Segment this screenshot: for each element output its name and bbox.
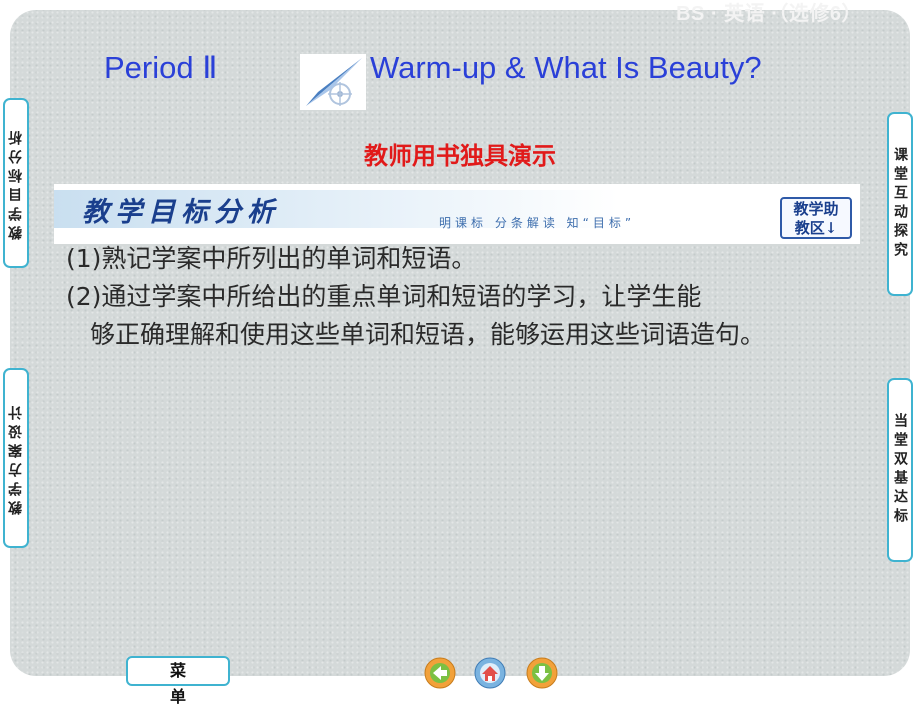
- tab-label: 教学方案设计: [8, 401, 24, 515]
- period-title: Period Ⅱ: [104, 50, 218, 85]
- assist-line-1: 教学助: [793, 200, 839, 218]
- objective-2-first: (2)通过学案中所给出的重点单词和短语的学习，让学生能: [66, 282, 702, 311]
- tab-label: 当堂双基达标: [892, 413, 908, 527]
- lesson-title: Warm-up & What Is Beauty?: [370, 50, 762, 85]
- tab-label: 教学目标分析: [8, 126, 24, 240]
- tab-objective-analysis[interactable]: 教学目标分析: [3, 98, 29, 268]
- menu-button[interactable]: 菜单: [126, 656, 230, 706]
- tab-plan-design[interactable]: 教学方案设计: [3, 368, 29, 548]
- home-icon[interactable]: [474, 657, 506, 689]
- assist-line-2: 教区↓: [794, 219, 838, 237]
- down-arrow-icon[interactable]: [526, 657, 558, 689]
- tab-label: 课堂互动探究: [892, 147, 908, 261]
- left-arrow-icon[interactable]: [424, 657, 456, 689]
- objective-2: (2)通过学案中所给出的重点单词和短语的学习，让学生能 够正确理解和使用这些单词…: [66, 278, 866, 354]
- tab-basic-check[interactable]: 当堂双基达标: [887, 378, 913, 562]
- teacher-demo-subtitle: 教师用书独具演示: [364, 141, 556, 170]
- objective-2-rest: 够正确理解和使用这些单词和短语，能够运用这些词语造句。: [90, 320, 766, 349]
- banner-subtitle: 明课标 分条解读 知“目标”: [439, 216, 636, 230]
- banner-title: 教学目标分析: [82, 197, 280, 228]
- compass-plane-logo-icon: [300, 54, 366, 110]
- section-banner: 教学目标分析 明课标 分条解读 知“目标” 教学助 教区↓: [54, 184, 860, 244]
- objectives-content: (1)熟记学案中所列出的单词和短语。 (2)通过学案中所给出的重点单词和短语的学…: [66, 240, 866, 354]
- course-tag: BS · 英语 ·（选修6）: [676, 3, 862, 25]
- tab-interactive-inquiry[interactable]: 课堂互动探究: [887, 112, 913, 296]
- teaching-assist-button[interactable]: 教学助 教区↓: [780, 197, 852, 239]
- objective-1: (1)熟记学案中所列出的单词和短语。: [66, 244, 477, 273]
